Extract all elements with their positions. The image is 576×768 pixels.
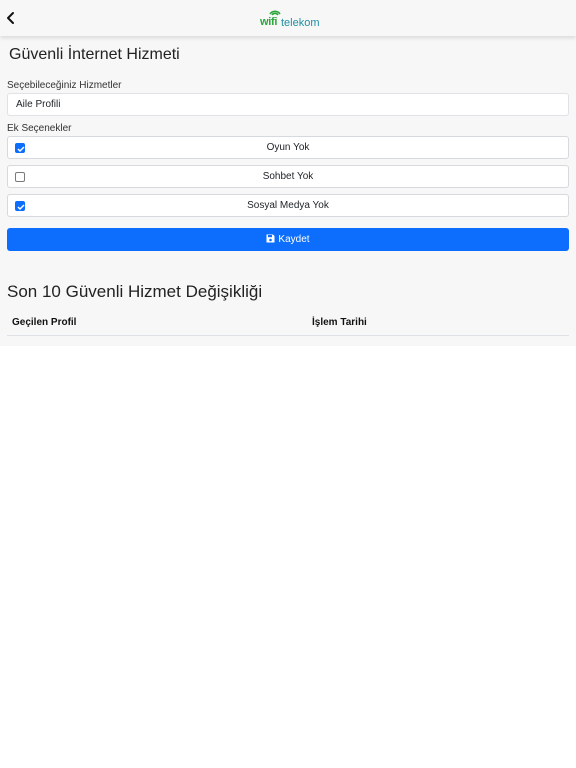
app-header: wifi telekom bbox=[0, 0, 576, 36]
option-sohbet-yok[interactable]: Sohbet Yok bbox=[7, 165, 569, 188]
chevron-left-icon bbox=[7, 12, 14, 24]
floppy-disk-icon bbox=[266, 234, 275, 243]
brand-logo: wifi telekom bbox=[260, 7, 326, 31]
option-sosyal-medya-yok[interactable]: Sosyal Medya Yok bbox=[7, 194, 569, 217]
option-oyun-yok[interactable]: Oyun Yok bbox=[7, 136, 569, 159]
page-title: Güvenli İnternet Hizmeti bbox=[9, 46, 180, 63]
column-header-date: İşlem Tarihi bbox=[312, 317, 367, 328]
services-label: Seçebileceğiniz Hizmetler bbox=[7, 80, 122, 91]
history-title: Son 10 Güvenli Hizmet Değişikliği bbox=[7, 282, 263, 301]
service-select[interactable]: Aile Profili bbox=[7, 93, 569, 116]
save-label: Kaydet bbox=[278, 234, 310, 245]
option-label: Sosyal Medya Yok bbox=[247, 200, 329, 211]
back-button[interactable] bbox=[2, 8, 20, 28]
table-divider bbox=[7, 335, 569, 336]
save-button[interactable]: Kaydet bbox=[7, 228, 569, 251]
extras-label: Ek Seçenekler bbox=[7, 123, 72, 134]
main-content: Güvenli İnternet Hizmeti Seçebileceğiniz… bbox=[0, 36, 576, 346]
option-label: Sohbet Yok bbox=[262, 171, 314, 182]
option-label: Oyun Yok bbox=[266, 142, 310, 153]
logo-wifi-text: wifi bbox=[260, 16, 278, 28]
logo-telekom-text: telekom bbox=[281, 17, 320, 29]
column-header-profile: Geçilen Profil bbox=[12, 317, 77, 328]
